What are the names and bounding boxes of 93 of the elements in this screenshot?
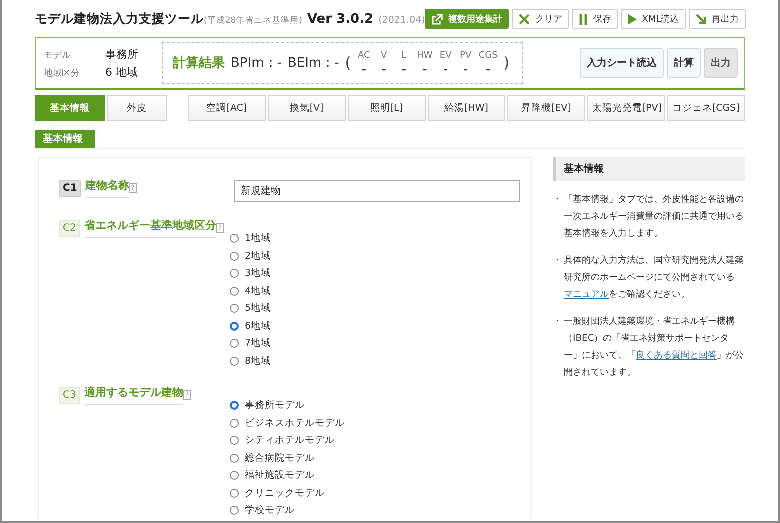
- version-label: Ver 3.0.2: [307, 12, 374, 26]
- tab[interactable]: 空調[AC]: [188, 95, 266, 121]
- bullet: ・: [553, 254, 563, 268]
- action-button[interactable]: 計算: [667, 48, 701, 78]
- field-value: 6 地域: [106, 64, 139, 80]
- standard-note: (平成28年省エネ基準用): [204, 14, 302, 26]
- column-label: CGS: [478, 50, 498, 60]
- tab[interactable]: 給湯[HW]: [428, 95, 506, 121]
- question-title: 適用するモデル建物: [84, 385, 184, 405]
- radio-option[interactable]: 1地域: [230, 231, 272, 246]
- bullet: ・: [553, 315, 563, 329]
- column-label: V: [381, 50, 388, 60]
- tab[interactable]: 外皮: [107, 95, 167, 121]
- index-value: BEIm：-: [288, 55, 340, 72]
- radio-option[interactable]: 6地域: [230, 318, 272, 334]
- question-title: 建物名称: [85, 178, 130, 198]
- app-title: モデル建物法入力支援ツール: [35, 10, 204, 28]
- field-label: モデル: [44, 50, 72, 62]
- section-label: 基本情報: [35, 130, 95, 148]
- action-button[interactable]: 入力シート読込: [580, 48, 664, 78]
- question-number: C1: [59, 180, 82, 196]
- column-label: HW: [417, 50, 433, 60]
- radio-button[interactable]: [230, 339, 239, 348]
- toolbar-button[interactable]: 再出力: [689, 9, 746, 29]
- column-value: -: [422, 62, 428, 76]
- radio-button[interactable]: [230, 454, 239, 463]
- tab[interactable]: 太陽光発電[PV]: [587, 95, 666, 121]
- column-value: -: [382, 62, 386, 76]
- radio-button[interactable]: [230, 488, 239, 498]
- index-value: BPIm：-: [231, 55, 282, 72]
- radio-option[interactable]: 福祉施設モデル: [230, 468, 345, 484]
- radio-option[interactable]: ビジネスホテルモデル: [230, 416, 345, 431]
- radio-button[interactable]: [230, 286, 239, 296]
- help-text: 具体的な入力方法は、国立研究開発法人建築研究所のホームページにて公開されている マニュアルをご確認ください。: [564, 254, 745, 302]
- field-label: 地域区分: [44, 68, 81, 80]
- radio-option[interactable]: 5地域: [230, 301, 272, 316]
- radio-option[interactable]: 事務所モデル: [230, 398, 345, 414]
- parenthesis: ): [504, 54, 510, 72]
- help-link[interactable]: 良くある質問と回答: [636, 350, 717, 361]
- column-label: AC: [358, 50, 370, 60]
- radio-button[interactable]: [230, 269, 239, 278]
- text-field[interactable]: 新規建物: [234, 180, 520, 202]
- radio-button[interactable]: [230, 436, 239, 446]
- help-link[interactable]: マニュアル: [564, 289, 609, 300]
- tab[interactable]: 照明[L]: [348, 95, 426, 121]
- question-title: 省エネルギー基準地域区分: [84, 218, 216, 238]
- radio-button[interactable]: [230, 356, 239, 366]
- radio-button[interactable]: [230, 304, 239, 314]
- radio-option[interactable]: 7地域: [230, 336, 272, 352]
- radio-button[interactable]: [230, 506, 239, 516]
- radio-option[interactable]: 学校モデル: [230, 503, 345, 518]
- radio-option[interactable]: 8地域: [230, 354, 272, 369]
- cross-icon: [519, 14, 530, 24]
- play-icon: [628, 14, 638, 24]
- help-panel-title: 基本情報: [553, 157, 745, 181]
- release-date: (2021.04): [378, 14, 426, 26]
- help-text: 「基本情報」タブでは、外皮性能と各設備の一次エネルギー消費量の評価に共通で用いる基本情報を入力します。: [564, 193, 745, 241]
- radio-button[interactable]: [230, 471, 239, 480]
- help-text: 一般財団法人建築環境・省エネルギー機構（IBEC）の「省エネ対策サポートセンター」において、「良くある質問と回答」が公開されています。: [564, 315, 745, 380]
- result-label: 計算結果: [173, 54, 225, 72]
- tab[interactable]: 換気[V]: [268, 95, 346, 121]
- column-label: L: [402, 50, 407, 60]
- question-number: C3: [59, 386, 80, 404]
- tab[interactable]: コジェネ[CGS]: [667, 95, 746, 121]
- column-label: EV: [440, 50, 452, 60]
- field-value: 事務所: [106, 46, 140, 62]
- column-value: -: [362, 62, 366, 76]
- column-value: -: [464, 62, 468, 76]
- bullet: ・: [553, 193, 563, 207]
- column-value: -: [402, 62, 406, 76]
- toolbar-button[interactable]: 保存: [572, 9, 618, 29]
- radio-option[interactable]: シティホテルモデル: [230, 433, 345, 448]
- column-value: -: [486, 62, 491, 76]
- toolbar-button[interactable]: XML読込: [621, 9, 686, 29]
- radio-option[interactable]: 2地域: [230, 248, 272, 264]
- column-label: PV: [460, 50, 472, 60]
- radio-button[interactable]: [230, 322, 239, 331]
- column-value: -: [444, 62, 448, 76]
- radio-button[interactable]: [230, 401, 239, 410]
- parenthesis: (: [345, 54, 352, 72]
- radio-button[interactable]: [230, 234, 239, 244]
- toolbar-button[interactable]: クリア: [512, 9, 570, 29]
- radio-option[interactable]: 4地域: [230, 284, 272, 299]
- question-number: C2: [59, 220, 80, 236]
- radio-option[interactable]: クリニックモデル: [230, 486, 345, 501]
- radio-button[interactable]: [230, 418, 239, 428]
- radio-option[interactable]: 3地域: [230, 266, 272, 282]
- tab[interactable]: 昇降機[EV]: [507, 95, 586, 121]
- radio-option[interactable]: 総合病院モデル: [230, 450, 345, 466]
- external-link-icon: [432, 14, 444, 24]
- pause-icon: [579, 14, 588, 24]
- arrow-icon: [696, 14, 708, 24]
- radio-button[interactable]: [230, 252, 239, 261]
